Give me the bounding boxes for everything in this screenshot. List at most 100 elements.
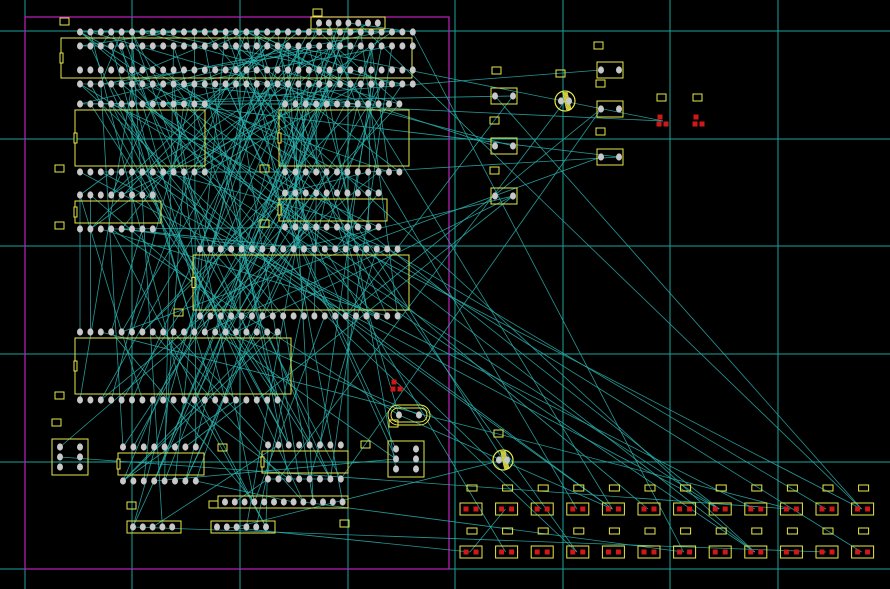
thru-hole-pad bbox=[191, 168, 198, 176]
pin1-notch bbox=[73, 206, 78, 218]
thru-hole-pad bbox=[326, 80, 333, 88]
thru-hole-pad bbox=[295, 28, 302, 36]
thru-hole-pad bbox=[327, 475, 334, 483]
smd-pad bbox=[663, 121, 669, 127]
thru-hole-pad bbox=[320, 498, 326, 506]
thru-hole-pad bbox=[87, 66, 94, 74]
pin1-notch bbox=[59, 52, 64, 64]
thru-hole-pad bbox=[238, 312, 245, 320]
thru-hole-pad bbox=[149, 100, 156, 108]
thru-hole-pad bbox=[139, 328, 146, 336]
smd-pad bbox=[758, 549, 764, 555]
thru-hole-pad bbox=[504, 456, 510, 464]
thru-hole-pad bbox=[347, 42, 354, 50]
thru-hole-pad bbox=[87, 396, 94, 404]
thru-hole-pad bbox=[201, 42, 208, 50]
thru-hole-pad bbox=[290, 312, 297, 320]
thru-hole-pad bbox=[172, 477, 178, 485]
thru-hole-pad bbox=[201, 100, 208, 108]
thru-hole-pad bbox=[269, 245, 276, 253]
smd-pad bbox=[793, 506, 799, 512]
thru-hole-pad bbox=[160, 328, 167, 336]
thru-hole-pad bbox=[296, 441, 303, 449]
thru-hole-pad bbox=[118, 80, 125, 88]
thru-hole-pad bbox=[295, 42, 302, 50]
thru-hole-pad bbox=[332, 312, 339, 320]
thru-hole-pad bbox=[191, 100, 198, 108]
thru-hole-pad bbox=[201, 168, 208, 176]
thru-hole-pad bbox=[325, 19, 332, 27]
thru-hole-pad bbox=[253, 80, 260, 88]
thru-hole-pad bbox=[337, 42, 343, 50]
smd-pad bbox=[641, 549, 647, 555]
thru-hole-pad bbox=[129, 191, 135, 199]
thru-hole-pad bbox=[409, 66, 416, 74]
thru-hole-pad bbox=[97, 191, 104, 199]
smd-pad bbox=[615, 506, 621, 512]
thru-hole-pad bbox=[373, 245, 380, 253]
thru-hole-pad bbox=[413, 445, 419, 453]
thru-hole-pad bbox=[233, 396, 239, 404]
thru-hole-pad bbox=[181, 28, 187, 36]
thru-hole-pad bbox=[285, 475, 292, 483]
thru-hole-pad bbox=[149, 42, 156, 50]
smd-pad bbox=[641, 506, 647, 512]
thru-hole-pad bbox=[399, 42, 406, 50]
thru-hole-pad bbox=[249, 245, 255, 253]
thru-hole-pad bbox=[282, 100, 288, 108]
smd-pad bbox=[651, 549, 657, 555]
thru-hole-pad bbox=[160, 80, 167, 88]
thru-hole-pad bbox=[139, 28, 146, 36]
thru-hole-pad bbox=[365, 100, 372, 108]
thru-hole-pad bbox=[140, 443, 147, 451]
thru-hole-pad bbox=[332, 245, 339, 253]
thru-hole-pad bbox=[295, 66, 302, 74]
thru-hole-pad bbox=[274, 328, 281, 336]
thru-hole-pad bbox=[280, 312, 287, 320]
thru-hole-pad bbox=[416, 411, 422, 419]
thru-hole-pad bbox=[510, 192, 516, 200]
thru-hole-pad bbox=[120, 443, 126, 451]
thru-hole-pad bbox=[108, 191, 115, 199]
thru-hole-pad bbox=[598, 153, 604, 161]
thru-hole-pad bbox=[274, 66, 281, 74]
thru-hole-pad bbox=[378, 42, 385, 50]
thru-hole-pad bbox=[139, 100, 146, 108]
thru-hole-pad bbox=[339, 498, 346, 506]
thru-hole-pad bbox=[212, 66, 219, 74]
thru-hole-pad bbox=[274, 42, 281, 50]
thru-hole-pad bbox=[129, 80, 135, 88]
thru-hole-pad bbox=[108, 225, 115, 233]
pcb-layout-canvas[interactable] bbox=[0, 0, 890, 589]
thru-hole-pad bbox=[233, 66, 239, 74]
smd-pad bbox=[534, 506, 540, 512]
smd-pad bbox=[580, 549, 586, 555]
thru-hole-pad bbox=[181, 42, 187, 50]
thru-hole-pad bbox=[326, 66, 333, 74]
smd-pad bbox=[819, 506, 825, 512]
thru-hole-pad bbox=[290, 498, 297, 506]
thru-hole-pad bbox=[191, 28, 198, 36]
smd-pad bbox=[605, 506, 611, 512]
thru-hole-pad bbox=[285, 66, 291, 74]
thru-hole-pad bbox=[334, 223, 340, 231]
thru-hole-pad bbox=[292, 168, 299, 176]
thru-hole-pad bbox=[170, 80, 177, 88]
smd-pad bbox=[829, 549, 835, 555]
thru-hole-pad bbox=[598, 66, 604, 74]
thru-hole-pad bbox=[337, 80, 343, 88]
thru-hole-pad bbox=[77, 66, 83, 74]
smd-pad bbox=[783, 506, 789, 512]
thru-hole-pad bbox=[363, 312, 370, 320]
thru-hole-pad bbox=[253, 28, 260, 36]
pin1-notch bbox=[260, 456, 265, 468]
thru-hole-pad bbox=[393, 445, 399, 453]
thru-hole-pad bbox=[316, 66, 323, 74]
thru-hole-pad bbox=[264, 396, 271, 404]
pin1-notch bbox=[277, 204, 282, 216]
thru-hole-pad bbox=[264, 66, 271, 74]
thru-hole-pad bbox=[77, 80, 83, 88]
thru-hole-pad bbox=[384, 312, 391, 320]
thru-hole-pad bbox=[375, 100, 382, 108]
thru-hole-pad bbox=[77, 443, 83, 451]
